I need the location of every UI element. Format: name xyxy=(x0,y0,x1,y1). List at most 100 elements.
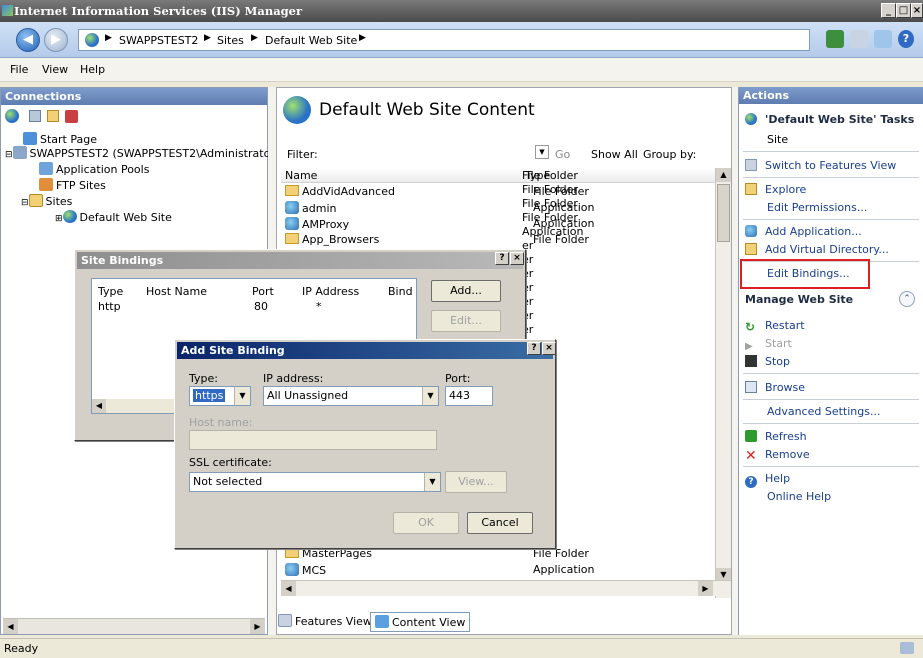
network-icon[interactable] xyxy=(826,30,844,48)
breadcrumb-site[interactable]: Default Web Site xyxy=(265,34,357,47)
tree-app-pools[interactable]: Application Pools xyxy=(39,162,149,176)
save-icon[interactable] xyxy=(29,110,41,122)
minimize-button[interactable]: _ xyxy=(881,3,896,18)
online-help-link[interactable]: Online Help xyxy=(767,490,831,503)
help-icon[interactable]: ? xyxy=(527,342,541,355)
item-type: Application xyxy=(533,563,595,576)
column-ip-address[interactable]: IP Address xyxy=(302,285,359,298)
ip-address-select[interactable]: All Unassigned ▼ xyxy=(263,386,439,406)
column-name[interactable]: Name xyxy=(285,169,317,182)
folder-icon xyxy=(285,233,299,244)
explore-link[interactable]: Explore xyxy=(745,183,806,196)
menu-view[interactable]: View xyxy=(42,63,68,76)
application-icon xyxy=(285,217,299,230)
help-link[interactable]: ? Help xyxy=(745,472,790,488)
start-page-icon xyxy=(23,132,37,145)
back-button[interactable]: ◀ xyxy=(16,28,40,52)
browse-link[interactable]: Browse xyxy=(745,381,805,394)
list-item[interactable]: AMProxy Application xyxy=(285,217,594,231)
help-icon[interactable]: ? xyxy=(495,252,509,265)
menu-file[interactable]: File xyxy=(10,63,28,76)
scroll-right-icon[interactable]: ▶ xyxy=(250,619,265,634)
cancel-button[interactable]: Cancel xyxy=(467,512,533,534)
add-virtual-directory-link[interactable]: Add Virtual Directory... xyxy=(745,243,889,256)
port-field[interactable]: 443 xyxy=(445,386,493,406)
close-window-button[interactable]: × xyxy=(911,3,923,18)
tree-sites[interactable]: ⊟ Sites xyxy=(21,194,72,208)
link-label: Help xyxy=(765,472,791,485)
chevron-down-icon[interactable]: ▼ xyxy=(422,387,438,405)
collapse-icon[interactable]: ⊟ xyxy=(5,150,13,160)
edit-binding-button[interactable]: Edit... xyxy=(431,310,501,332)
advanced-settings-link[interactable]: Advanced Settings... xyxy=(767,405,880,418)
ok-button[interactable]: OK xyxy=(393,512,459,534)
collapse-section-icon[interactable]: ⌃ xyxy=(899,291,915,307)
table-row[interactable]: http 80 * xyxy=(92,299,416,315)
column-host-name[interactable]: Host Name xyxy=(146,285,207,298)
add-application-icon xyxy=(745,225,757,237)
connect-globe-icon[interactable] xyxy=(5,109,19,123)
tab-features-view[interactable]: Features View xyxy=(278,614,372,628)
scroll-right-icon[interactable]: ▶ xyxy=(698,581,713,596)
tree-default-web-site[interactable]: ⊞ Default Web Site xyxy=(55,210,172,224)
scroll-left-icon[interactable]: ◀ xyxy=(281,581,296,596)
vertical-scrollbar[interactable]: ▲ ▼ xyxy=(715,168,731,598)
restart-link[interactable]: ↻ Restart xyxy=(745,319,805,333)
list-item[interactable]: MCS Application xyxy=(285,563,594,577)
home-icon[interactable] xyxy=(874,30,892,48)
scroll-up-icon[interactable]: ▲ xyxy=(716,168,731,182)
breadcrumb-sites[interactable]: Sites xyxy=(217,34,244,47)
column-type[interactable]: Type xyxy=(98,285,123,298)
list-item[interactable]: App_Browsers File Folder xyxy=(285,233,589,246)
type-select[interactable]: https ▼ xyxy=(189,386,251,406)
tree-start-page[interactable]: Start Page xyxy=(23,132,97,146)
maximize-button[interactable]: □ xyxy=(896,3,911,18)
host-name-field[interactable] xyxy=(189,430,437,450)
scroll-left-icon[interactable]: ◀ xyxy=(92,399,106,413)
expand-icon[interactable]: ⊞ xyxy=(55,214,63,224)
tree-server[interactable]: ⊟ SWAPPSTEST2 (SWAPPSTEST2\Administrator xyxy=(5,146,275,160)
add-binding-button[interactable]: Add... xyxy=(431,280,501,302)
show-all-button[interactable]: Show All xyxy=(591,148,638,161)
column-port[interactable]: Port xyxy=(252,285,274,298)
forward-button[interactable]: ▶ xyxy=(44,28,68,52)
help-icon[interactable]: ? xyxy=(898,30,914,48)
breadcrumb[interactable]: ▶ SWAPPSTEST2 ▶ Sites ▶ Default Web Site… xyxy=(78,29,810,51)
tree-label: Application Pools xyxy=(56,163,150,176)
tree-ftp-sites[interactable]: FTP Sites xyxy=(39,178,106,192)
menu-help[interactable]: Help xyxy=(80,63,105,76)
disconnect-icon[interactable] xyxy=(65,110,78,123)
tab-content-view[interactable]: Content View xyxy=(370,612,471,632)
column-bind[interactable]: Bind xyxy=(388,285,413,298)
mail-icon[interactable] xyxy=(850,30,868,48)
refresh-link[interactable]: Refresh xyxy=(745,430,807,443)
list-item[interactable]: AddVidAdvanced File Folder xyxy=(285,185,589,198)
remove-link[interactable]: ✕ Remove xyxy=(745,448,810,464)
ssl-certificate-select[interactable]: Not selected ▼ xyxy=(189,472,441,492)
edit-permissions-link[interactable]: Edit Permissions... xyxy=(767,201,867,214)
chevron-down-icon[interactable]: ▼ xyxy=(424,473,440,491)
list-item[interactable]: admin Application xyxy=(285,201,594,215)
scroll-thumb[interactable] xyxy=(717,184,730,242)
horizontal-scrollbar[interactable]: ◀ ▶ xyxy=(3,618,265,634)
refresh-icon xyxy=(745,430,757,442)
breadcrumb-server[interactable]: SWAPPSTEST2 xyxy=(119,34,198,47)
application-icon xyxy=(285,563,299,576)
chevron-down-icon[interactable]: ▼ xyxy=(234,387,250,405)
group-by-label[interactable]: Group by: xyxy=(643,148,696,161)
view-certificate-button[interactable]: View... xyxy=(445,471,507,493)
go-button[interactable]: Go xyxy=(555,148,570,161)
list-horizontal-scrollbar[interactable]: ◀ ▶ xyxy=(281,580,731,596)
stop-link[interactable]: Stop xyxy=(745,355,790,368)
scroll-left-icon[interactable]: ◀ xyxy=(3,619,18,634)
close-icon[interactable]: × xyxy=(510,252,524,265)
switch-features-view-link[interactable]: Switch to Features View xyxy=(745,159,896,172)
close-icon[interactable]: × xyxy=(542,342,556,355)
filter-dropdown-icon[interactable]: ▼ xyxy=(535,145,549,159)
add-application-link[interactable]: Add Application... xyxy=(745,225,862,238)
item-name: AMProxy xyxy=(302,218,350,231)
start-link[interactable]: ▶ Start xyxy=(745,337,792,353)
folder-up-icon[interactable] xyxy=(47,110,59,122)
remove-icon: ✕ xyxy=(745,448,757,464)
collapse-icon[interactable]: ⊟ xyxy=(21,198,29,208)
